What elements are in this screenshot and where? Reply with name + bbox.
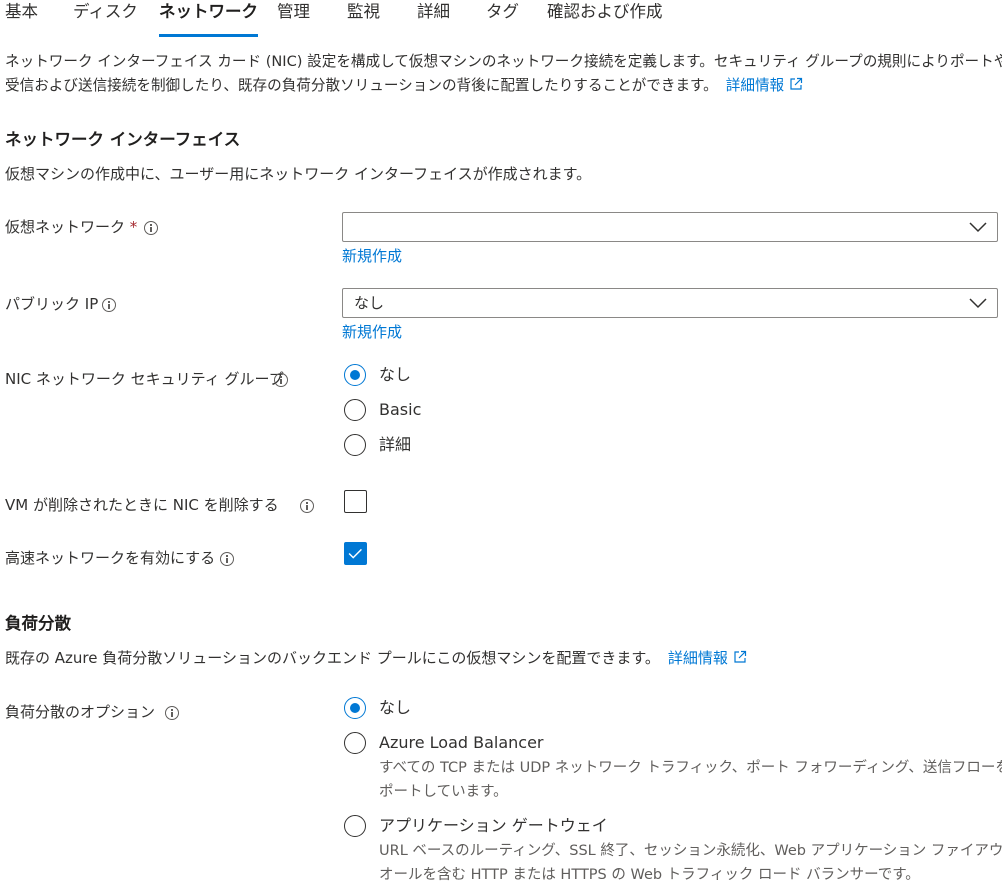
nsg-radio-basic[interactable] [344,399,366,421]
info-icon[interactable] [144,221,158,235]
lb-radio-application-gateway[interactable] [344,815,366,837]
intro-line-2-text: 受信および送信接続を制御したり、既存の負荷分散ソリューションの背後に配置したりす… [5,77,718,94]
nic-section-description: 仮想マシンの作成中に、ユーザー用にネットワーク インターフェイスが作成されます。 [5,165,592,183]
checkmark-icon [348,548,362,559]
accelerated-networking-checkbox[interactable] [344,542,367,565]
tab-networking[interactable]: ネットワーク [159,0,258,38]
lb-learn-more-link[interactable]: 詳細情報 [668,649,747,667]
intro-line-2: 受信および送信接続を制御したり、既存の負荷分散ソリューションの背後に配置したりす… [5,74,803,98]
nsg-radio-basic-label: Basic [379,400,422,419]
tab-advanced[interactable]: 詳細 [417,0,450,38]
tab-review-create[interactable]: 確認および作成 [547,0,663,38]
public-ip-label: パブリック IP [5,295,99,313]
public-ip-dropdown[interactable]: なし [342,288,998,318]
info-icon[interactable] [220,552,234,566]
lb-section-description: 既存の Azure 負荷分散ソリューションのバックエンド プールにこの仮想マシン… [5,646,747,670]
virtual-network-create-new-link[interactable]: 新規作成 [342,244,402,268]
virtual-network-label-text: 仮想ネットワーク [5,218,126,236]
nic-nsg-label: NIC ネットワーク セキュリティ グループ [5,370,284,388]
public-ip-create-new-link[interactable]: 新規作成 [342,320,402,344]
required-asterisk: * [129,218,138,236]
active-tab-indicator [159,34,258,37]
intro-learn-more-link[interactable]: 詳細情報 [726,77,803,94]
info-icon[interactable] [274,373,288,387]
tab-management-label: 管理 [277,2,310,21]
lb-radio-none[interactable] [344,697,366,719]
tab-basics-label: 基本 [5,2,38,21]
intro-line-1: ネットワーク インターフェイス カード (NIC) 設定を構成して仮想マシンのネ… [5,53,1002,70]
virtual-network-dropdown[interactable] [342,212,998,242]
tab-networking-label: ネットワーク [159,2,258,21]
azure-load-balancer-description-1: すべての TCP または UDP ネットワーク トラフィック、ポート フォワーデ… [379,760,1002,776]
tab-management[interactable]: 管理 [277,0,310,38]
lb-section-heading: 負荷分散 [5,614,71,633]
tab-advanced-label: 詳細 [417,2,450,21]
chevron-down-icon [969,222,987,233]
info-icon[interactable] [165,706,179,720]
lb-radio-azure-load-balancer-label: Azure Load Balancer [379,733,544,752]
application-gateway-description-2: オールを含む HTTP または HTTPS の Web トラフィック ロード バ… [379,867,920,883]
lb-radio-azure-load-balancer[interactable] [344,732,366,754]
delete-nic-label: VM が削除されたときに NIC を削除する [5,496,279,514]
tab-basics[interactable]: 基本 [5,0,38,38]
lb-learn-more-label: 詳細情報 [667,649,728,667]
delete-nic-checkbox[interactable] [344,490,367,513]
tab-monitoring-label: 監視 [347,2,380,21]
chevron-down-icon [969,298,987,309]
application-gateway-description-1: URL ベースのルーティング、SSL 終了、セッション永続化、Web アプリケー… [379,843,1002,859]
external-link-icon [790,77,803,90]
lb-radio-application-gateway-label: アプリケーション ゲートウェイ [379,816,608,835]
info-icon[interactable] [300,499,314,513]
virtual-network-label: 仮想ネットワーク * [5,215,137,239]
tab-tags-label: タグ [486,2,519,21]
nsg-radio-none-label: なし [379,365,412,384]
accelerated-networking-label: 高速ネットワークを有効にする [5,549,216,567]
intro-learn-more-label: 詳細情報 [725,77,785,94]
tab-disks-label: ディスク [73,2,138,21]
nsg-radio-advanced[interactable] [344,434,366,456]
tab-tags[interactable]: タグ [486,0,519,38]
nsg-radio-none[interactable] [344,364,366,386]
tab-monitoring[interactable]: 監視 [347,0,380,38]
info-icon[interactable] [102,298,116,312]
lb-radio-none-label: なし [379,698,412,717]
nic-section-heading: ネットワーク インターフェイス [5,130,241,149]
azure-load-balancer-description-2: ポートしています。 [379,784,508,800]
public-ip-value: なし [354,294,385,312]
lb-options-label: 負荷分散のオプション [5,703,156,721]
nsg-radio-advanced-label: 詳細 [379,435,412,454]
external-link-icon [734,650,747,663]
tab-disks[interactable]: ディスク [73,0,138,38]
lb-section-description-text: 既存の Azure 負荷分散ソリューションのバックエンド プールにこの仮想マシン… [5,649,660,667]
tab-review-create-label: 確認および作成 [547,2,663,21]
